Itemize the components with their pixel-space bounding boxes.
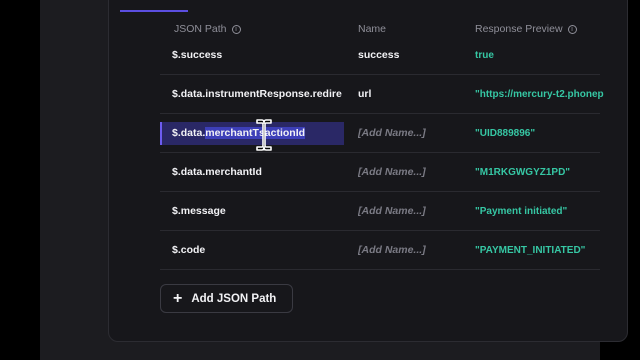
- preview-cell: "PAYMENT_INITIATED": [475, 244, 586, 256]
- table-row: $.data.instrumentResponse.redirec url "h…: [160, 75, 604, 114]
- active-tab-indicator: [120, 10, 188, 12]
- table-row-editing: $.data. merchantT saction Id [Add Name...] …: [160, 114, 600, 153]
- preview-cell: "Payment initiated": [475, 205, 568, 217]
- left-letterbox: [0, 0, 40, 360]
- json-path-cell[interactable]: $.message: [172, 192, 342, 230]
- header-response-preview-label: Response Preview: [475, 23, 563, 35]
- selected-text: Id: [295, 127, 306, 139]
- header-name-label: Name: [358, 23, 387, 35]
- name-input[interactable]: [Add Name...]: [358, 153, 458, 191]
- name-cell[interactable]: success: [358, 36, 458, 74]
- info-icon[interactable]: i: [231, 24, 241, 34]
- plus-icon: +: [173, 289, 183, 307]
- header-json-path-label: JSON Path: [174, 23, 227, 35]
- json-path-cell[interactable]: $.data.merchantId: [172, 153, 342, 191]
- table-row: $.message [Add Name...] "Payment initiat…: [160, 192, 600, 231]
- preview-cell: "UID889896": [475, 127, 536, 139]
- selected-text: merchantT: [205, 127, 259, 139]
- name-input[interactable]: [Add Name...]: [358, 231, 458, 269]
- add-json-path-label: Add JSON Path: [191, 292, 277, 305]
- name-input[interactable]: [Add Name...]: [358, 192, 458, 230]
- table-row: $.code [Add Name...] "PAYMENT_INITIATED": [160, 231, 600, 270]
- preview-cell: "https://mercury-t2.phonep: [475, 88, 604, 100]
- preview-cell: "M1RKGWGYZ1PD": [475, 166, 571, 178]
- preview-cell: true: [475, 49, 494, 61]
- name-cell[interactable]: url: [358, 75, 458, 113]
- header-response-preview: Response Preview i: [475, 23, 577, 35]
- add-json-path-button[interactable]: + Add JSON Path: [160, 284, 293, 313]
- path-text: $.data.: [172, 127, 206, 139]
- table-row: $.success success true: [160, 36, 600, 75]
- info-icon[interactable]: i: [567, 24, 577, 34]
- json-path-cell[interactable]: $.success: [172, 36, 342, 74]
- name-input[interactable]: [Add Name...]: [358, 114, 458, 152]
- text-cursor-icon: [256, 119, 272, 151]
- header-name: Name: [358, 23, 386, 35]
- json-path-cell[interactable]: $.data.instrumentResponse.redirec: [172, 75, 342, 113]
- table-row: $.data.merchantId [Add Name...] "M1RKGWG…: [160, 153, 600, 192]
- header-json-path: JSON Path i: [174, 23, 241, 35]
- json-path-cell[interactable]: $.code: [172, 231, 342, 269]
